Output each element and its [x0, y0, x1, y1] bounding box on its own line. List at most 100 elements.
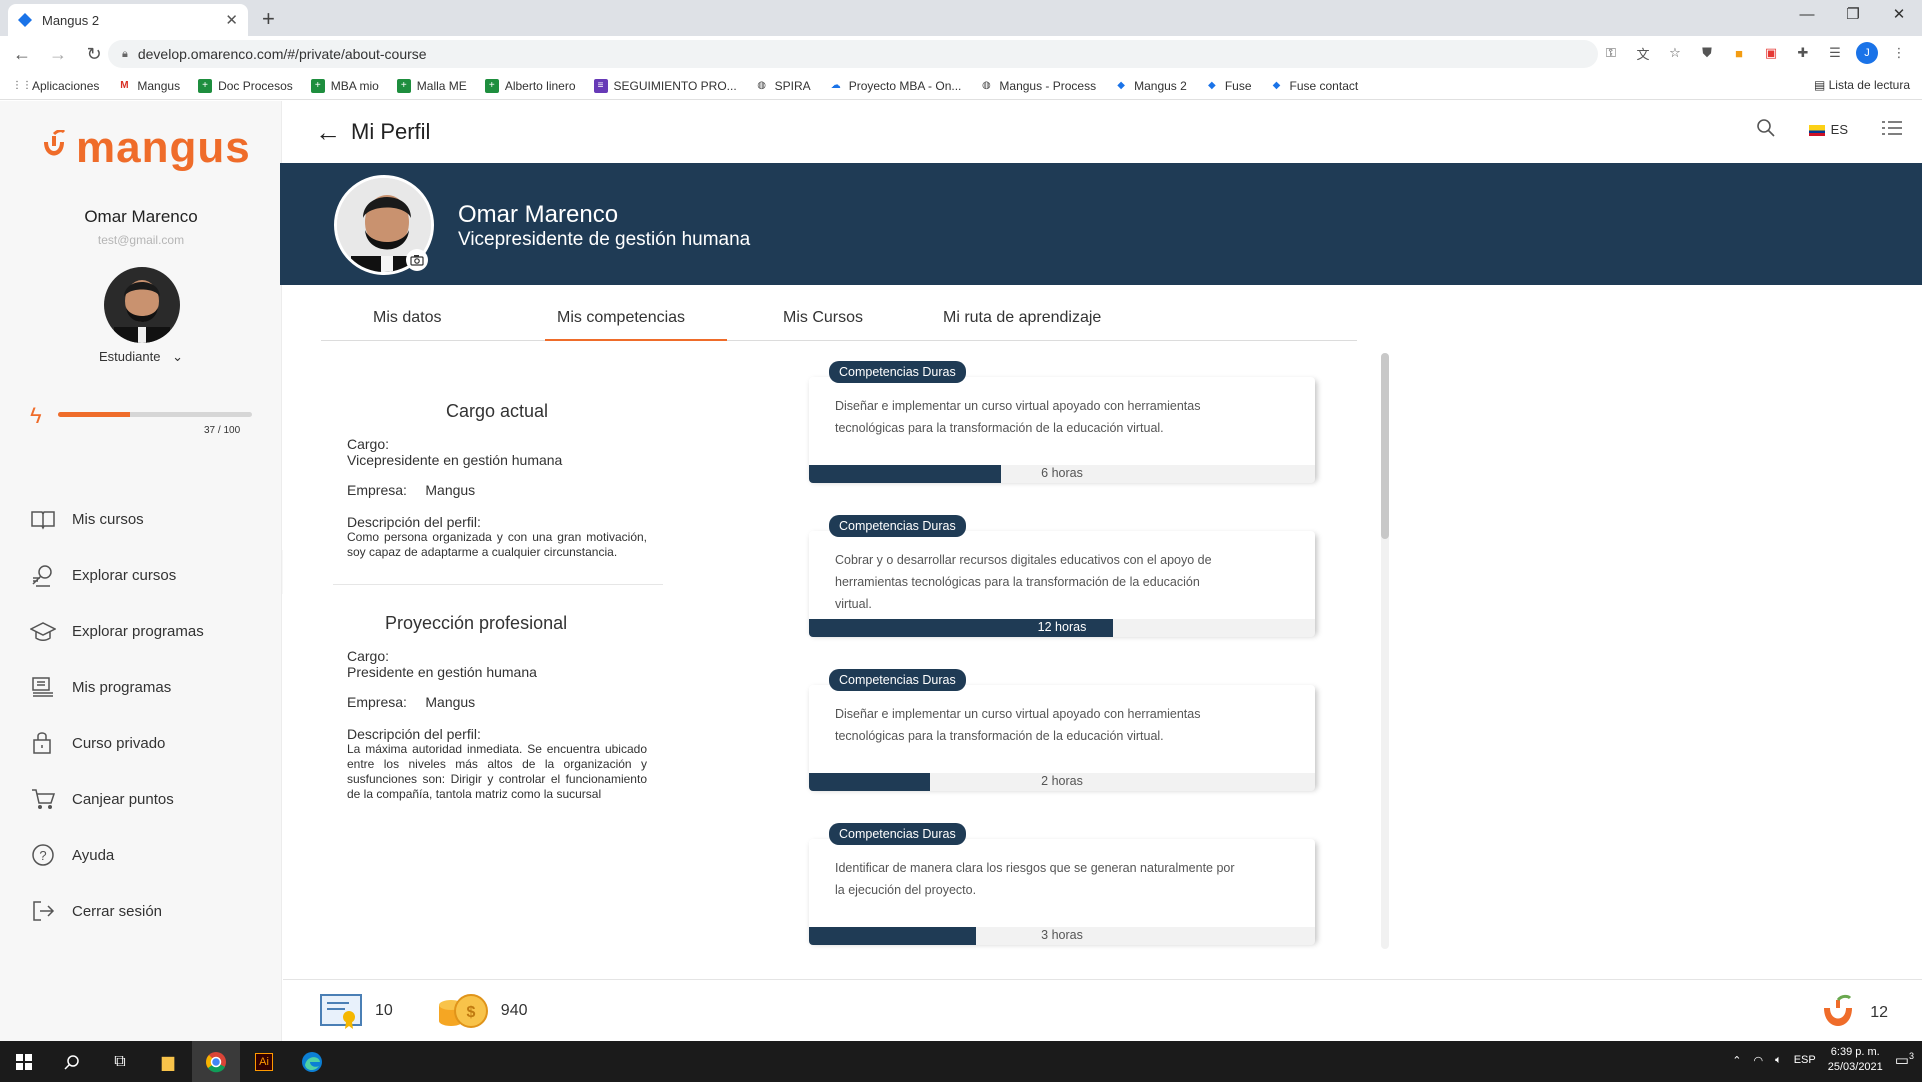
bookmark-item[interactable]: ◍ Mangus - Process [979, 78, 1096, 93]
tab-mis-competencias[interactable]: Mis competencias [557, 309, 685, 327]
scrollbar-thumb[interactable] [1381, 353, 1389, 539]
coins-stat[interactable]: $ 940 [437, 991, 528, 1031]
key-icon[interactable]: ⚿ [1600, 42, 1622, 64]
hours-progress-bar: 12 horas [809, 619, 1315, 637]
bookmark-item[interactable]: ◆ Fuse contact [1269, 78, 1358, 93]
sheets-icon: + [198, 78, 213, 93]
address-bar[interactable]: 🔒︎ develop.omarenco.com/#/private/about-… [108, 40, 1598, 68]
url-text: develop.omarenco.com/#/private/about-cou… [137, 46, 427, 62]
avatar[interactable] [104, 267, 180, 343]
chevron-up-icon[interactable]: ⌃ [1732, 1054, 1741, 1067]
programs-icon [32, 677, 53, 697]
svg-text:$: $ [466, 1004, 475, 1021]
tab-mis-datos[interactable]: Mis datos [373, 309, 441, 327]
profile-avatar[interactable]: J [1856, 42, 1878, 64]
keyboard-language[interactable]: ESP [1794, 1054, 1816, 1066]
forward-browser-icon[interactable]: → [44, 44, 72, 65]
sidebar-item-explorar-cursos[interactable]: Explorar cursos [0, 547, 282, 603]
empresa-value: Mangus [425, 694, 476, 710]
windows-start-icon[interactable] [0, 1041, 48, 1082]
lock-extension-icon[interactable]: ■ [1728, 42, 1750, 64]
profile-role: Vicepresidente de gestión humana [458, 229, 751, 250]
shield-extension-icon[interactable]: ⛊ [1696, 42, 1718, 64]
reading-list-icon[interactable]: ☰ [1824, 42, 1846, 64]
competency-tag: Competencias Duras [829, 823, 966, 845]
back-browser-icon[interactable]: ← [8, 44, 36, 65]
bookmark-item[interactable]: M Mangus [117, 78, 180, 93]
bookmark-item[interactable]: + Doc Procesos [198, 78, 293, 93]
tab-mi-ruta-de-aprendizaje[interactable]: Mi ruta de aprendizaje [943, 309, 1101, 327]
competency-card[interactable]: Competencias Duras Identificar de manera… [801, 823, 1321, 961]
restore-window-icon[interactable]: ❐ [1830, 0, 1876, 32]
search-icon[interactable] [1756, 119, 1775, 140]
illustrator-icon[interactable]: Ai [240, 1041, 288, 1082]
sidebar-item-curso-privado[interactable]: Curso privado [0, 715, 282, 771]
language-selector[interactable]: ES [1808, 122, 1848, 137]
profile-name: Omar Marenco [458, 201, 619, 228]
bookmark-item[interactable]: ⋮⋮ Aplicaciones [12, 78, 99, 93]
bookmark-item[interactable]: ◆ Mangus 2 [1114, 78, 1187, 93]
camera-icon[interactable] [406, 249, 428, 271]
translate-icon[interactable]: 文 [1632, 42, 1654, 64]
sidebar-item-canjear-puntos[interactable]: Canjear puntos [0, 771, 282, 827]
hours-label: 6 horas [1041, 466, 1083, 480]
reload-icon[interactable]: ↻ [80, 44, 108, 65]
explore-courses-icon [32, 565, 52, 587]
list-menu-icon[interactable] [1882, 120, 1902, 139]
browser-tab[interactable]: Mangus 2 ✕ [8, 4, 248, 36]
new-tab-button[interactable]: + [262, 6, 275, 32]
lock-icon: 🔒︎ [122, 47, 128, 60]
minimize-window-icon[interactable]: — [1784, 0, 1830, 32]
bookmark-item[interactable]: + Alberto linero [484, 78, 576, 93]
sidebar-item-explorar-programas[interactable]: Explorar programas [0, 603, 282, 659]
volume-icon[interactable]: 🔈︎ [1775, 1054, 1782, 1067]
certificates-stat[interactable]: 10 [319, 991, 393, 1031]
extensions-puzzle-icon[interactable]: ✚ [1792, 42, 1814, 64]
sidebar: mangus Omar Marenco test@gmail.com Estud… [0, 101, 282, 1041]
bookmark-item[interactable]: ≡ SEGUIMIENTO PRO... [593, 78, 737, 93]
notifications-icon[interactable]: ▭3 [1895, 1051, 1914, 1069]
active-tab-indicator [545, 339, 727, 341]
competency-description: Diseñar e implementar un curso virtual a… [835, 707, 1201, 743]
tab-mis-cursos[interactable]: Mis Cursos [783, 309, 863, 327]
browser-toolbar: ← → ↻ 🔒︎ develop.omarenco.com/#/private/… [0, 36, 1922, 72]
sidebar-item-cerrar-sesion[interactable]: Cerrar sesión [0, 883, 282, 939]
task-view-icon[interactable]: ⧉ [96, 1041, 144, 1082]
close-tab-icon[interactable]: ✕ [225, 11, 238, 29]
browser-tab-title: Mangus 2 [42, 12, 100, 28]
wifi-icon[interactable]: ◠ [1754, 1054, 1764, 1067]
mangus-count-stat[interactable]: 12 [1820, 994, 1888, 1032]
competency-card[interactable]: Competencias Duras Diseñar e implementar… [801, 361, 1321, 499]
pocket-extension-icon[interactable]: ▣ [1760, 42, 1782, 64]
bookmark-item[interactable]: ◆ Fuse [1204, 78, 1252, 93]
sidebar-item-mis-cursos[interactable]: Mis cursos [0, 491, 282, 547]
browser-menu-icon[interactable]: ⋮ [1888, 42, 1910, 64]
competency-card[interactable]: Competencias Duras Cobrar y o desarrolla… [801, 515, 1321, 653]
competency-card[interactable]: Competencias Duras Diseñar e implementar… [801, 669, 1321, 807]
mangus-logo-icon [44, 130, 66, 156]
role-selector[interactable]: Estudiante ⌄ [0, 349, 282, 365]
reading-list-button[interactable]: ▤ Lista de lectura [1814, 78, 1910, 92]
sidebar-item-ayuda[interactable]: ? Ayuda [0, 827, 282, 883]
hours-label: 12 horas [1037, 620, 1087, 634]
close-window-icon[interactable]: ✕ [1876, 0, 1922, 32]
search-icon[interactable] [48, 1041, 96, 1082]
system-clock[interactable]: 6:39 p. m. 25/03/2021 [1828, 1045, 1883, 1075]
bookmark-item[interactable]: ◍ SPIRA [754, 78, 811, 93]
fuse-icon: ◆ [1269, 78, 1284, 93]
points-progress-fill [58, 412, 130, 417]
back-arrow-icon[interactable]: ← [315, 117, 341, 148]
chrome-icon[interactable] [192, 1041, 240, 1082]
cloud-icon: ☁ [828, 78, 843, 93]
sidebar-user-name: Omar Marenco [84, 207, 198, 226]
bookmark-item[interactable]: + Malla ME [396, 78, 467, 93]
competencies-scrollbar[interactable] [1381, 353, 1389, 949]
bookmark-item[interactable]: + MBA mio [310, 78, 379, 93]
lightning-icon: ϟ [30, 403, 42, 428]
file-explorer-icon[interactable]: ▆ [144, 1041, 192, 1082]
edge-icon[interactable] [288, 1041, 336, 1082]
mangus-logo[interactable]: mangus [38, 123, 251, 173]
bookmark-item[interactable]: ☁ Proyecto MBA - On... [828, 78, 961, 93]
bookmark-star-icon[interactable]: ☆ [1664, 42, 1686, 64]
sidebar-item-mis-programas[interactable]: Mis programas [0, 659, 282, 715]
